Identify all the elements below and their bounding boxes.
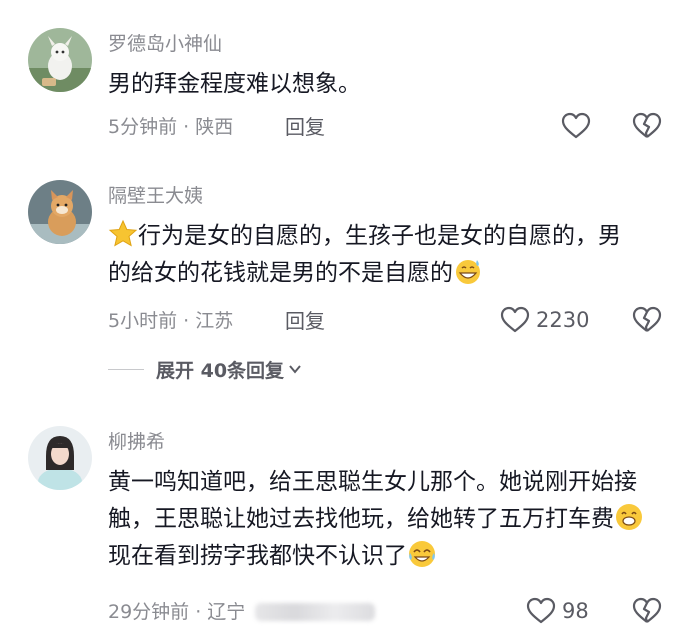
heart-icon bbox=[526, 597, 556, 624]
avatar[interactable] bbox=[28, 180, 92, 244]
tears-of-joy-emoji-icon bbox=[409, 541, 435, 567]
comment-text-content: 黄一鸣知道吧，给王思聪生女儿那个。她说刚开始接触，王思聪让她过去找他玩，给她转了… bbox=[108, 469, 637, 532]
username[interactable]: 罗德岛小神仙 bbox=[108, 31, 222, 57]
dislike-button[interactable] bbox=[632, 112, 662, 140]
reply-button[interactable]: 回复 bbox=[285, 308, 325, 334]
avatar[interactable] bbox=[28, 28, 92, 92]
comment-text: 黄一鸣知道吧，给王思聪生女儿那个。她说刚开始接触，王思聪让她过去找他玩，给她转了… bbox=[108, 464, 660, 575]
dislike-button[interactable] bbox=[632, 597, 662, 625]
comment-text: 男的拜金程度难以想象。 bbox=[108, 71, 361, 97]
like-button[interactable]: 2230 bbox=[500, 306, 589, 334]
grinning-sweat-emoji-icon bbox=[456, 260, 480, 284]
broken-heart-icon bbox=[632, 112, 662, 138]
woman-portrait-icon bbox=[28, 426, 92, 490]
cat-icon bbox=[28, 180, 92, 244]
comment-meta-text: 29分钟前 · 辽宁 bbox=[108, 601, 246, 623]
comment-meta: 5分钟前 · 陕西 bbox=[108, 116, 234, 138]
chevron-down-icon bbox=[289, 365, 301, 374]
username[interactable]: 隔壁王大姨 bbox=[108, 183, 203, 209]
expand-replies-label: 展开 40条回复 bbox=[156, 359, 285, 382]
comment-text: 行为是女的自愿的，生孩子也是女的自愿的，男的给女的花钱就是男的不是自愿的 bbox=[108, 218, 628, 292]
comment-meta: 29分钟前 · 辽宁 bbox=[108, 599, 376, 625]
heart-icon bbox=[561, 112, 591, 139]
dislike-button[interactable] bbox=[632, 306, 662, 334]
laughing-emoji-icon bbox=[616, 504, 642, 530]
reply-button[interactable]: 回复 bbox=[285, 114, 325, 140]
broken-heart-icon bbox=[632, 306, 662, 332]
like-button[interactable]: 98 bbox=[526, 597, 589, 625]
like-button[interactable] bbox=[561, 112, 597, 140]
username[interactable]: 柳拂希 bbox=[108, 429, 165, 455]
blurred-area bbox=[255, 603, 376, 621]
broken-heart-icon bbox=[632, 597, 662, 623]
expand-replies-button[interactable]: 展开 40条回复 bbox=[108, 356, 302, 382]
goat-plush-icon bbox=[28, 28, 92, 92]
divider bbox=[108, 368, 144, 370]
avatar[interactable] bbox=[28, 426, 92, 490]
like-count: 2230 bbox=[536, 308, 590, 332]
heart-icon bbox=[500, 306, 530, 333]
comment-text-content-2: 现在看到捞字我都快不认识了 bbox=[108, 543, 407, 569]
comment-text-content: 行为是女的自愿的，生孩子也是女的自愿的，男的给女的花钱就是男的不是自愿的 bbox=[108, 223, 621, 286]
star-emoji-icon bbox=[108, 219, 138, 247]
like-count: 98 bbox=[562, 599, 589, 623]
comment-meta: 5小时前 · 江苏 bbox=[108, 310, 234, 332]
